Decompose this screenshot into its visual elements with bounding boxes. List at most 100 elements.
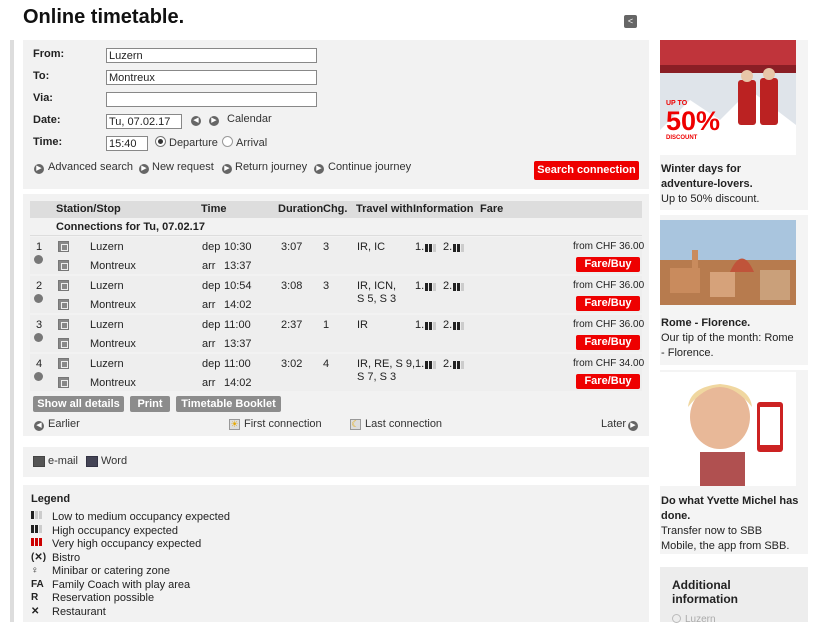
chevron-right-icon: ▶ <box>222 164 232 174</box>
station-map-icon[interactable] <box>58 299 69 310</box>
occupancy-icon <box>453 282 465 294</box>
print-button[interactable]: Print <box>130 396 170 412</box>
changes: 3 <box>323 280 330 292</box>
additional-info-item[interactable]: Luzern <box>685 614 716 625</box>
page-title: Online timetable. <box>23 6 185 28</box>
to-station: Montreux <box>90 338 136 350</box>
continue-journey-link[interactable]: Continue journey <box>328 161 411 173</box>
from-input[interactable] <box>106 48 317 63</box>
via-input[interactable] <box>106 92 317 107</box>
from-label: From: <box>33 48 65 60</box>
duration: 3:08 <box>281 280 303 292</box>
time-input[interactable] <box>106 136 148 151</box>
high-occupancy-icon <box>31 524 43 536</box>
first-connection-link[interactable]: First connection <box>244 418 322 430</box>
results-table-header: Station/Stop Time Duration Chg. Travel w… <box>30 201 642 218</box>
travel-with: IR, IC <box>357 241 386 253</box>
date-input[interactable] <box>106 114 182 129</box>
legend-item-text: High occupancy expected <box>52 524 178 537</box>
chevron-right-icon: ▶ <box>628 421 638 431</box>
to-label: To: <box>33 70 50 82</box>
station-map-icon[interactable] <box>58 280 69 291</box>
legend-item-text: Very high occupancy expected <box>52 538 202 550</box>
promo-winter-title[interactable]: Winter days for adventure-lovers. <box>661 162 799 192</box>
dep-label: dep <box>202 241 221 253</box>
word-icon <box>86 456 98 467</box>
duration: 3:07 <box>281 241 303 253</box>
legend-item-text: Family Coach with play area <box>52 578 191 591</box>
family-coach-icon: FA <box>31 578 44 590</box>
fare-price: from CHF 34.00 <box>573 358 645 369</box>
to-station: Montreux <box>90 299 136 311</box>
legend-item-text: Low to medium occupancy expected <box>52 511 230 523</box>
prev-day-icon[interactable]: ◀ <box>191 116 201 126</box>
next-day-icon[interactable]: ▶ <box>209 116 219 126</box>
legend-item-text: Reservation possible <box>52 592 155 604</box>
promo-rome-title[interactable]: Rome - Florence. <box>661 316 799 331</box>
occupancy-icon <box>425 243 437 255</box>
travel-with: IR, RE, S 9, <box>357 358 416 370</box>
return-journey-link[interactable]: Return journey <box>235 161 307 173</box>
arr-label: arr <box>202 377 216 389</box>
occupancy-icon <box>425 282 437 294</box>
later-link[interactable]: Later <box>601 418 626 430</box>
fare-price: from CHF 36.00 <box>573 280 645 291</box>
travel-with: IR <box>357 319 368 331</box>
chevron-right-icon: ▶ <box>314 164 324 174</box>
station-map-icon[interactable] <box>58 377 69 388</box>
expand-icon[interactable] <box>34 333 43 342</box>
occupancy-icon <box>453 321 465 333</box>
legend-item-text: Restaurant <box>52 605 106 618</box>
occupancy-second-class: 2. <box>443 319 453 331</box>
col-time: Time <box>201 203 227 215</box>
to-input[interactable] <box>106 70 317 85</box>
col-station: Station/Stop <box>56 203 121 215</box>
station-map-icon[interactable] <box>58 319 69 330</box>
arr-time: 13:37 <box>224 338 252 350</box>
fare-buy-button[interactable]: Fare/Buy <box>576 335 640 350</box>
station-map-icon[interactable] <box>58 241 69 252</box>
new-request-link[interactable]: New request <box>152 161 214 173</box>
station-map-icon[interactable] <box>58 358 69 369</box>
connection-number: 1 <box>36 241 43 253</box>
col-changes: Chg. <box>323 203 348 215</box>
departure-radio[interactable] <box>155 136 166 147</box>
expand-icon[interactable] <box>34 255 43 264</box>
date-label: Date: <box>33 114 61 126</box>
earlier-link[interactable]: Earlier <box>48 418 80 430</box>
promo-mobile-text: Transfer now to SBB Mobile, the app from… <box>661 525 790 552</box>
share-icon[interactable]: < <box>624 15 637 28</box>
very-high-occupancy-icon <box>31 538 43 549</box>
expand-icon[interactable] <box>34 372 43 381</box>
yvette-promo-image[interactable] <box>660 372 796 486</box>
calendar-link[interactable]: Calendar <box>227 113 272 125</box>
fare-buy-button[interactable]: Fare/Buy <box>576 296 640 311</box>
search-connection-button[interactable]: Search connection <box>534 161 639 180</box>
station-map-icon[interactable] <box>58 338 69 349</box>
col-information: Information <box>413 203 474 215</box>
show-all-details-button[interactable]: Show all details <box>33 396 124 412</box>
dep-time: 11:00 <box>224 358 251 370</box>
connections-date: Connections for Tu, 07.02.17 <box>56 221 205 233</box>
florence-promo-image[interactable] <box>660 220 796 305</box>
fare-buy-button[interactable]: Fare/Buy <box>576 374 640 389</box>
arrival-label: Arrival <box>236 137 268 149</box>
arr-label: arr <box>202 260 216 272</box>
changes: 1 <box>323 319 330 331</box>
station-map-icon[interactable] <box>58 260 69 271</box>
chevron-right-icon: ▶ <box>34 164 44 174</box>
promo-mobile-title[interactable]: Do what Yvette Michel has done. <box>661 494 799 524</box>
fare-price: from CHF 36.00 <box>573 319 645 330</box>
arr-time: 13:37 <box>224 260 252 272</box>
arrival-radio[interactable] <box>222 136 233 147</box>
advanced-search-link[interactable]: Advanced search <box>48 161 133 173</box>
timetable-booklet-button[interactable]: Timetable Booklet <box>176 396 281 412</box>
word-link[interactable]: Word <box>101 455 127 467</box>
occupancy-first-class: 1. <box>415 358 425 370</box>
connection-number: 3 <box>36 319 43 331</box>
email-link[interactable]: e-mail <box>48 455 78 467</box>
additional-info-title: Additional information <box>672 578 738 606</box>
last-connection-link[interactable]: Last connection <box>365 418 442 430</box>
fare-buy-button[interactable]: Fare/Buy <box>576 257 640 272</box>
expand-icon[interactable] <box>34 294 43 303</box>
